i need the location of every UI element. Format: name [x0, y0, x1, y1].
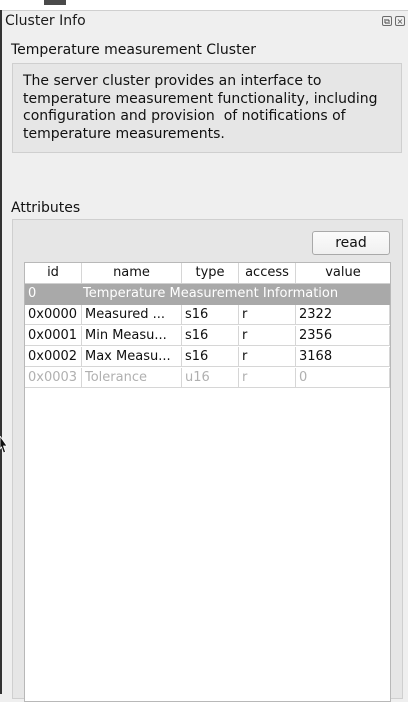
close-icon[interactable]: ×: [395, 16, 405, 26]
cell-access: r: [239, 347, 296, 367]
table-header: id name type access value: [25, 263, 390, 284]
cell-type: s16: [182, 305, 239, 325]
cluster-info-panel: Cluster Info ⧉ × Temperature measurement…: [2, 10, 408, 702]
table-row[interactable]: 0x0002 Max Measu... s16 r 3168: [25, 347, 390, 368]
cell-value: 0: [296, 368, 390, 388]
column-header-access[interactable]: access: [239, 263, 296, 283]
cell-value[interactable]: 2322: [296, 305, 390, 325]
cell-access: r: [239, 326, 296, 346]
cell-type: u16: [182, 368, 239, 388]
table-row-disabled: 0x0003 Tolerance u16 r 0: [25, 368, 390, 389]
cell-type: s16: [182, 347, 239, 367]
cell-value[interactable]: 2356: [296, 326, 390, 346]
column-header-type[interactable]: type: [182, 263, 239, 283]
cell-id: 0x0001: [25, 326, 82, 346]
top-tab-handle[interactable]: [44, 0, 66, 5]
cluster-description: The server cluster provides an interface…: [23, 73, 383, 142]
group-row-id: 0: [28, 286, 37, 301]
cell-name: Tolerance: [82, 368, 182, 388]
panel-title-bar[interactable]: Cluster Info ⧉ ×: [2, 11, 408, 32]
cell-name: Max Measu...: [82, 347, 182, 367]
cell-value[interactable]: 3168: [296, 347, 390, 367]
attributes-label: Attributes: [11, 200, 81, 216]
mouse-cursor-icon: [0, 436, 8, 454]
column-header-name[interactable]: name: [82, 263, 182, 283]
attributes-table[interactable]: id name type access value 0 Temperature …: [24, 262, 391, 702]
table-row[interactable]: 0x0001 Min Measu... s16 r 2356: [25, 326, 390, 347]
cluster-name: Temperature measurement Cluster: [11, 42, 256, 58]
read-button[interactable]: read: [312, 231, 390, 255]
cell-id: 0x0003: [25, 368, 82, 388]
cell-id: 0x0000: [25, 305, 82, 325]
float-icon[interactable]: ⧉: [382, 16, 392, 26]
cell-type: s16: [182, 326, 239, 346]
cell-name: Measured ...: [82, 305, 182, 325]
cluster-description-box: The server cluster provides an interface…: [12, 63, 402, 153]
cell-access: r: [239, 305, 296, 325]
window-top-strip: [0, 0, 408, 10]
column-header-id[interactable]: id: [25, 263, 82, 283]
table-row[interactable]: 0x0000 Measured ... s16 r 2322: [25, 305, 390, 326]
cell-id: 0x0002: [25, 347, 82, 367]
attributes-group: read id name type access value 0 Tempera…: [12, 219, 403, 702]
column-header-value[interactable]: value: [296, 263, 390, 283]
panel-title: Cluster Info: [5, 13, 86, 29]
attribute-group-row[interactable]: 0 Temperature Measurement Information: [25, 284, 390, 305]
group-row-label: Temperature Measurement Information: [83, 286, 339, 301]
cell-name: Min Measu...: [82, 326, 182, 346]
cell-access: r: [239, 368, 296, 388]
